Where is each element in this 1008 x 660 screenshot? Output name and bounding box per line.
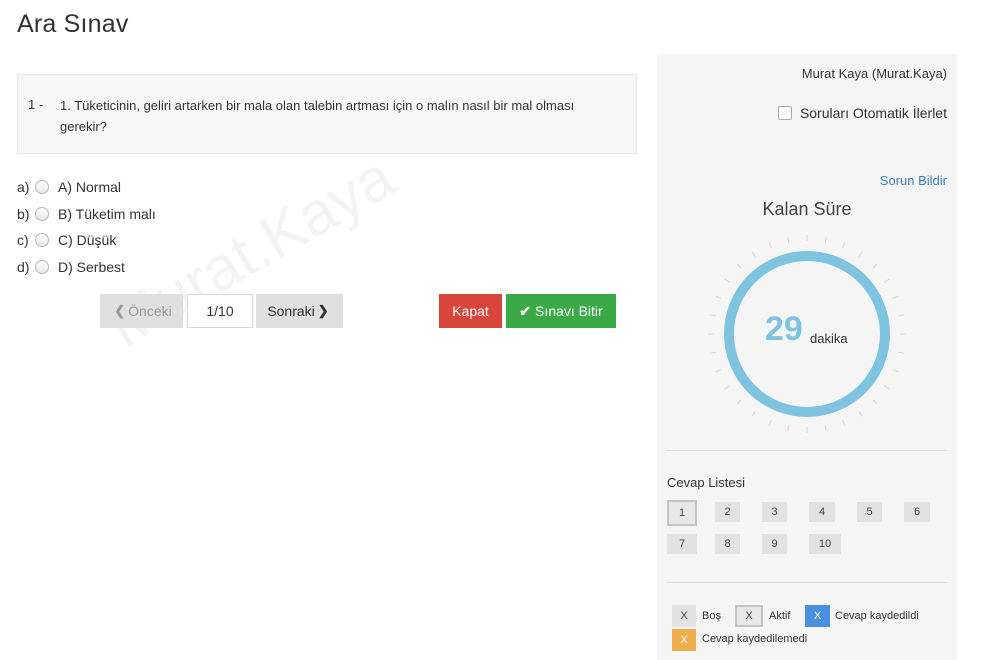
legend-unsaved-label: Cevap kaydedilemedi bbox=[702, 633, 808, 645]
option-label[interactable]: B) Tüketim malı bbox=[58, 206, 156, 222]
answer-item-7[interactable]: 7 bbox=[667, 534, 697, 554]
sidebar: Murat Kaya (Murat.Kaya) Soruları Otomati… bbox=[657, 54, 957, 660]
timer-tick bbox=[884, 385, 890, 390]
timer-tick bbox=[768, 242, 772, 249]
legend-active-marker: X bbox=[735, 605, 763, 627]
answer-item-8[interactable]: 8 bbox=[715, 534, 740, 554]
option-letter: d) bbox=[17, 258, 30, 275]
timer-tick bbox=[751, 411, 756, 417]
timer-tick bbox=[842, 419, 846, 426]
timer-tick bbox=[736, 399, 742, 405]
legend-active-label: Aktif bbox=[769, 610, 791, 622]
option-b[interactable]: b) B) Tüketim malı bbox=[17, 201, 156, 228]
timer-tick bbox=[768, 419, 772, 426]
answer-item-3[interactable]: 3 bbox=[762, 502, 787, 522]
timer-tick bbox=[898, 351, 905, 354]
option-label[interactable]: C) Düşük bbox=[58, 232, 116, 248]
option-d-radio[interactable] bbox=[35, 259, 49, 274]
chevron-right-icon: ❯ bbox=[317, 303, 329, 318]
question-box: 1 - 1. Tüketicinin, geliri artarken bir … bbox=[17, 74, 637, 154]
legend-saved-label: Cevap kaydedildi bbox=[835, 610, 919, 622]
option-b-radio[interactable] bbox=[35, 206, 49, 221]
legend-saved-marker: X bbox=[805, 605, 830, 627]
auto-advance-label[interactable]: Soruları Otomatik İlerlet bbox=[800, 105, 947, 121]
option-label[interactable]: A) Normal bbox=[58, 179, 121, 195]
page-indicator: 1/10 bbox=[187, 294, 253, 328]
user-name: Murat Kaya (Murat.Kaya) bbox=[801, 66, 947, 81]
finish-label: Sınavı Bitir bbox=[535, 303, 603, 319]
question-text: 1. Tüketicinin, geliri artarken bir mala… bbox=[60, 98, 575, 134]
timer-tick bbox=[787, 425, 790, 432]
timer-tick bbox=[872, 263, 878, 269]
timer-tick bbox=[709, 351, 716, 354]
timer-tick bbox=[709, 314, 716, 317]
timer-value: 29 bbox=[765, 310, 803, 348]
timer-tick bbox=[898, 314, 905, 317]
previous-label: Önceki bbox=[128, 303, 172, 319]
option-d[interactable]: d) D) Serbest bbox=[17, 254, 156, 281]
next-button[interactable]: Sonraki ❯ bbox=[256, 294, 343, 328]
close-label: Kapat bbox=[452, 303, 489, 319]
timer-ring bbox=[708, 235, 906, 433]
auto-advance-toggle[interactable]: Soruları Otomatik İlerlet bbox=[777, 105, 947, 121]
previous-button[interactable]: ❮ Önceki bbox=[100, 294, 183, 328]
report-issue-link[interactable]: Sorun Bildir bbox=[880, 173, 947, 188]
divider bbox=[667, 582, 947, 583]
legend-empty-label: Boş bbox=[702, 610, 721, 622]
question-number: 1 - bbox=[28, 97, 44, 112]
timer-tick bbox=[715, 369, 722, 373]
next-label: Sonraki bbox=[267, 303, 315, 319]
timer-tick bbox=[715, 295, 722, 299]
timer-unit: dakika bbox=[810, 331, 848, 346]
option-c-radio[interactable] bbox=[35, 233, 49, 248]
timer-tick bbox=[858, 251, 863, 257]
timer-tick bbox=[884, 278, 890, 283]
timer-tick bbox=[842, 242, 846, 249]
timer-tick bbox=[858, 411, 863, 417]
timer-tick bbox=[751, 251, 756, 257]
option-label[interactable]: D) Serbest bbox=[58, 259, 125, 275]
option-a[interactable]: a) A) Normal bbox=[17, 174, 156, 201]
option-letter: c) bbox=[17, 232, 29, 249]
answer-item-10[interactable]: 10 bbox=[809, 534, 841, 554]
timer-progress-ring bbox=[724, 251, 890, 417]
timer-tick bbox=[736, 263, 742, 269]
legend-unsaved-marker: X bbox=[672, 629, 696, 651]
option-letter: a) bbox=[17, 179, 30, 196]
answer-item-9[interactable]: 9 bbox=[762, 534, 787, 554]
timer-tick bbox=[892, 369, 899, 373]
divider bbox=[667, 450, 947, 451]
page-title: Ara Sınav bbox=[17, 10, 129, 38]
timer-tick bbox=[892, 295, 899, 299]
legend-empty-marker: X bbox=[672, 605, 696, 627]
timer-tick bbox=[787, 236, 790, 243]
auto-advance-checkbox[interactable] bbox=[777, 106, 792, 120]
timer-tick bbox=[824, 236, 827, 243]
timer-tick bbox=[724, 278, 730, 283]
timer-ticks bbox=[708, 235, 906, 433]
timer-tick bbox=[824, 425, 827, 432]
option-a-radio[interactable] bbox=[35, 180, 49, 195]
close-button[interactable]: Kapat bbox=[439, 294, 502, 328]
check-icon: ✔ bbox=[519, 302, 532, 319]
answer-options: a) A) Normal b) B) Tüketim malı c) C) Dü… bbox=[17, 174, 156, 280]
option-c[interactable]: c) C) Düşük bbox=[17, 227, 156, 254]
answer-item-6[interactable]: 6 bbox=[904, 502, 930, 522]
answer-list-title: Cevap Listesi bbox=[667, 475, 746, 490]
answer-item-5[interactable]: 5 bbox=[857, 502, 882, 522]
timer-tick bbox=[724, 385, 730, 390]
timer-label: Kalan Süre bbox=[762, 199, 852, 219]
timer-tick bbox=[872, 399, 878, 405]
answer-item-2[interactable]: 2 bbox=[715, 502, 740, 522]
chevron-left-icon: ❮ bbox=[114, 303, 126, 318]
finish-exam-button[interactable]: ✔ Sınavı Bitir bbox=[506, 294, 616, 328]
answer-item-1[interactable]: 1 bbox=[667, 500, 697, 526]
option-letter: b) bbox=[17, 205, 30, 222]
answer-item-4[interactable]: 4 bbox=[809, 502, 835, 522]
